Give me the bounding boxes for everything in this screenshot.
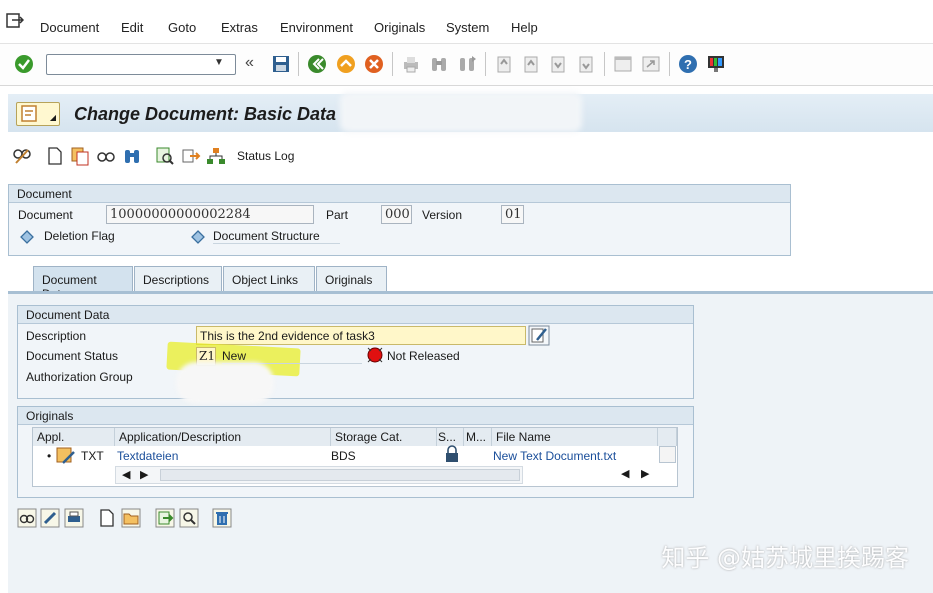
horizontal-scrollbar[interactable]: ◀ ▶: [115, 466, 523, 484]
tab-object-links[interactable]: Object Links: [223, 266, 315, 292]
redacted-auth-group: [176, 362, 274, 404]
hierarchy-icon[interactable]: [206, 146, 226, 166]
display-change-icon[interactable]: [12, 146, 32, 166]
svg-text:?: ?: [684, 57, 692, 72]
menu-environment[interactable]: Environment: [280, 20, 353, 35]
menu-extras[interactable]: Extras: [221, 20, 258, 35]
display-original-icon[interactable]: [17, 508, 37, 528]
tab-descriptions[interactable]: Descriptions: [134, 266, 222, 292]
watermark-text: 知乎 @姑苏城里挨踢客: [661, 544, 909, 572]
document-number-label: Document: [18, 208, 73, 222]
create-document-icon[interactable]: [45, 146, 65, 166]
navigate-icon[interactable]: [181, 146, 201, 166]
row-bullet: •: [47, 449, 52, 463]
previous-page-icon[interactable]: [521, 54, 541, 74]
deletion-flag-label: Deletion Flag: [44, 229, 115, 243]
description-input[interactable]: This is the 2nd evidence of task3: [196, 326, 526, 345]
change-original-icon[interactable]: [40, 508, 60, 528]
find-icon[interactable]: [429, 54, 449, 74]
document-group-title: Document: [9, 185, 790, 203]
description-label: Description: [26, 329, 87, 343]
save-icon[interactable]: [271, 54, 291, 74]
page-title: Change Document: Basic Data: [74, 104, 337, 124]
command-field[interactable]: [46, 54, 236, 75]
where-used-icon[interactable]: [155, 146, 175, 166]
new-session-icon[interactable]: [613, 54, 633, 74]
menu-document[interactable]: Document: [40, 20, 99, 35]
scroll-left-right-icon[interactable]: ◀: [621, 467, 629, 480]
document-number-field[interactable]: 10000000000002284: [106, 205, 314, 224]
table-scroll-header: [658, 428, 677, 446]
command-dropdown-icon[interactable]: ▼: [214, 57, 224, 68]
scroll-thumb[interactable]: [160, 469, 520, 481]
originals-table: Appl. Application/Description Storage Ca…: [32, 427, 678, 487]
collapse-arrows-icon[interactable]: «: [245, 54, 254, 72]
column-header-file-name[interactable]: File Name: [492, 428, 658, 446]
authorization-group-label: Authorization Group: [26, 370, 133, 384]
shortcut-icon[interactable]: [641, 54, 661, 74]
edit-text-icon[interactable]: [528, 325, 550, 346]
row-storage: BDS: [331, 449, 356, 463]
delete-original-icon[interactable]: [212, 508, 232, 528]
tab-originals[interactable]: Originals: [316, 266, 387, 292]
row-description[interactable]: Textdateien: [113, 449, 182, 463]
back-icon[interactable]: [307, 54, 327, 74]
document-structure-icon: [191, 230, 205, 244]
version-field[interactable]: 01: [501, 205, 524, 224]
menu-bar: Document Edit Goto Extras Environment Or…: [0, 0, 933, 44]
deletion-flag-icon: [20, 230, 34, 244]
column-header-storage[interactable]: Storage Cat.: [331, 428, 437, 446]
exit-icon[interactable]: [6, 13, 24, 29]
column-header-m[interactable]: M...: [464, 428, 492, 446]
open-folder-icon[interactable]: [121, 508, 141, 528]
check-in-icon[interactable]: [155, 508, 175, 528]
copy-document-icon[interactable]: [70, 146, 90, 166]
version-label: Version: [422, 208, 463, 222]
document-title-icon[interactable]: ◢: [16, 102, 60, 126]
where-used-original-icon[interactable]: [179, 508, 199, 528]
print-icon[interactable]: [401, 54, 421, 74]
menu-system[interactable]: System: [446, 20, 489, 35]
last-page-icon[interactable]: [576, 54, 596, 74]
tab-document-data[interactable]: Document Data: [33, 266, 133, 301]
text-file-app-icon: [56, 447, 75, 464]
document-data-group-title: Document Data: [18, 306, 693, 324]
status-log-button[interactable]: Status Log: [237, 149, 294, 163]
column-header-application[interactable]: Application/Description: [115, 428, 331, 446]
row-file-name[interactable]: New Text Document.txt: [489, 449, 620, 463]
lock-icon: [446, 445, 458, 462]
find-next-icon[interactable]: [457, 54, 477, 74]
status-red-light-icon: [367, 347, 383, 363]
row-selector[interactable]: [659, 446, 676, 463]
scroll-right-icon[interactable]: ▶: [140, 468, 148, 481]
help-icon[interactable]: ?: [678, 54, 698, 74]
customize-layout-icon[interactable]: [706, 54, 726, 74]
create-original-icon[interactable]: [97, 508, 117, 528]
display-icon[interactable]: [96, 146, 116, 166]
scroll-left-icon[interactable]: ◀: [122, 468, 130, 481]
first-page-icon[interactable]: [494, 54, 514, 74]
originals-group-title: Originals: [18, 407, 693, 425]
menu-originals[interactable]: Originals: [374, 20, 425, 35]
next-page-icon[interactable]: [548, 54, 568, 74]
search-binoculars-icon[interactable]: [122, 146, 142, 166]
scroll-right-right-icon[interactable]: ▶: [641, 467, 649, 480]
row-appl: TXT: [81, 449, 104, 463]
document-status-label: Document Status: [26, 349, 119, 363]
menu-edit[interactable]: Edit: [121, 20, 143, 35]
menu-help[interactable]: Help: [511, 20, 538, 35]
print-original-icon[interactable]: [64, 508, 84, 528]
part-field[interactable]: 000: [381, 205, 412, 224]
enter-check-icon[interactable]: [14, 54, 34, 74]
document-structure-label: Document Structure: [213, 229, 340, 244]
redacted-area: [340, 92, 582, 132]
part-label: Part: [326, 208, 349, 222]
cancel-icon[interactable]: [364, 54, 384, 74]
menu-goto[interactable]: Goto: [168, 20, 196, 35]
exit-up-icon[interactable]: [336, 54, 356, 74]
column-header-appl[interactable]: Appl.: [33, 428, 115, 446]
column-header-s[interactable]: S...: [437, 428, 464, 446]
release-status-text: Not Released: [387, 349, 460, 363]
